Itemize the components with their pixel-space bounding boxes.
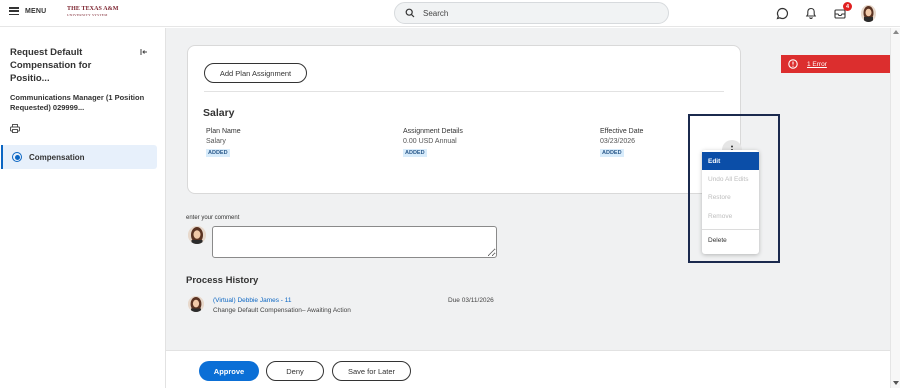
row-actions-menu: Edit Undo All Edits Restore Remove Delet… [702, 150, 759, 254]
history-avatar [188, 296, 204, 312]
error-indicator[interactable]: 1 Error [781, 55, 890, 73]
column-header: Plan Name [206, 128, 241, 135]
divider [204, 91, 724, 92]
menu-item-undo-all-edits: Undo All Edits [708, 175, 749, 183]
search-icon [405, 8, 415, 18]
selection-indicator [1, 145, 3, 169]
user-photo [188, 226, 206, 244]
comment-label: enter your comment [186, 215, 240, 221]
deny-button[interactable]: Deny [266, 361, 324, 381]
added-tag: ADDED [206, 149, 230, 157]
main-content: Add Plan Assignment Salary Plan Name Sal… [166, 28, 890, 350]
task-panel: Request Default Compensation for Positio… [0, 28, 166, 388]
search-placeholder: Search [423, 8, 449, 18]
nav-item-label: Compensation [29, 152, 85, 162]
inbox-button[interactable]: 4 [833, 2, 852, 20]
top-header: MENU THE TEXAS A&M UNIVERSITY SYSTEM Sea… [0, 0, 900, 27]
column-value: 0.00 USD Annual [403, 138, 457, 145]
save-for-later-button[interactable]: Save for Later [332, 361, 411, 381]
history-description: Change Default Compensation– Awaiting Ac… [213, 307, 351, 314]
scroll-down-icon[interactable] [893, 381, 899, 385]
error-icon [788, 59, 798, 69]
logo-sub-text: UNIVERSITY SYSTEM [67, 13, 108, 17]
section-title: Salary [203, 107, 235, 119]
menu-divider [702, 229, 759, 230]
task-subtitle: Communications Manager (1 Position Reque… [10, 93, 145, 112]
process-history-title: Process History [186, 275, 259, 286]
menu-item-restore: Restore [708, 193, 731, 201]
search-input[interactable]: Search [394, 2, 669, 24]
column-header: Effective Date [600, 128, 644, 135]
menu-item-delete[interactable]: Delete [702, 231, 759, 249]
hamburger-icon [9, 7, 19, 15]
menu-item-remove: Remove [708, 212, 733, 220]
column-assignment-details: Assignment Details 0.00 USD Annual ADDED [403, 127, 463, 157]
logo[interactable]: THE TEXAS A&M UNIVERSITY SYSTEM [67, 6, 119, 20]
plan-assignment-card: Add Plan Assignment Salary Plan Name Sal… [187, 45, 742, 194]
user-photo [188, 296, 204, 312]
comment-field[interactable] [212, 226, 497, 258]
scroll-up-icon[interactable] [893, 30, 899, 34]
column-plan-name: Plan Name Salary ADDED [206, 127, 241, 157]
radio-selected-icon [12, 152, 22, 162]
logo-main-text: THE TEXAS A&M [67, 6, 119, 12]
menu-item-edit[interactable]: Edit [702, 152, 759, 170]
action-footer: Approve Deny Save for Later [166, 350, 890, 388]
column-header: Assignment Details [403, 128, 463, 135]
print-icon[interactable] [10, 124, 20, 133]
history-person-link[interactable]: (Virtual) Debbie James - 11 [213, 297, 292, 304]
inbox-badge: 4 [843, 2, 852, 11]
menu-label: MENU [25, 7, 47, 15]
nav-item-compensation[interactable]: Compensation [1, 145, 157, 169]
column-effective-date: Effective Date 03/23/2026 ADDED [600, 127, 643, 157]
menu-button[interactable]: MENU [9, 7, 46, 15]
column-value: Salary [206, 138, 226, 145]
approve-button[interactable]: Approve [199, 361, 259, 381]
added-tag: ADDED [600, 149, 624, 157]
add-plan-assignment-button[interactable]: Add Plan Assignment [204, 63, 307, 83]
bell-icon [805, 7, 817, 19]
error-count-link[interactable]: 1 Error [807, 61, 827, 68]
vertical-scrollbar[interactable] [890, 28, 900, 388]
task-title: Request Default Compensation for Positio… [10, 47, 92, 84]
added-tag: ADDED [403, 149, 427, 157]
user-photo [861, 5, 876, 22]
user-avatar[interactable] [861, 5, 876, 22]
chat-icon [776, 7, 788, 19]
comment-avatar [188, 226, 206, 244]
column-value: 03/23/2026 [600, 138, 636, 145]
collapse-panel-icon[interactable] [140, 48, 148, 56]
chat-button[interactable] [775, 6, 789, 20]
notifications-button[interactable] [804, 6, 818, 20]
history-due-date: Due 03/11/2026 [448, 297, 494, 304]
